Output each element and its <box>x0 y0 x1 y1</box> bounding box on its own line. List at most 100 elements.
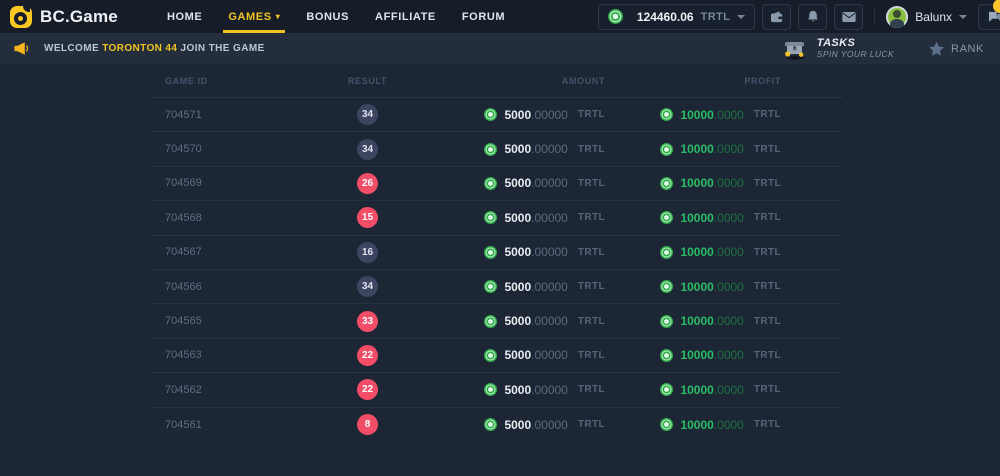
profit-decimals: .0000 <box>714 211 744 225</box>
currency-label: TRTL <box>754 350 781 361</box>
top-navbar: BC.Game HOME GAMES▾ BONUS AFFILIATE FORU… <box>0 0 1000 33</box>
profit-decimals: .0000 <box>714 383 744 397</box>
balance-selector[interactable]: 124460.06 TRTL <box>598 4 755 30</box>
result-badge: 15 <box>357 207 378 228</box>
chevron-down-icon <box>959 15 967 19</box>
trtl-coin-icon <box>484 246 497 259</box>
nav-item-home[interactable]: HOME <box>154 0 215 33</box>
game-id-cell[interactable]: 704569 <box>150 177 310 189</box>
user-menu[interactable]: Balunx <box>886 6 967 28</box>
nav-item-affiliate[interactable]: AFFILIATE <box>362 0 449 33</box>
tasks-subtitle: SPIN YOUR LUCK <box>817 50 894 60</box>
table-row: 704562225000.00000TRTL10000.0000TRTL <box>150 373 843 407</box>
rank-label: RANK <box>951 43 984 55</box>
game-id-cell[interactable]: 704571 <box>150 109 310 121</box>
trtl-coin-icon <box>484 315 497 328</box>
trtl-coin-icon <box>660 349 673 362</box>
nav-item-forum[interactable]: FORUM <box>449 0 518 33</box>
header-profit: PROFIT <box>610 76 843 86</box>
game-id-cell[interactable]: 704566 <box>150 281 310 293</box>
amount-value: 5000 <box>504 314 531 328</box>
profit-value: 10000 <box>680 211 713 225</box>
amount-value: 5000 <box>504 211 531 225</box>
amount-decimals: .00000 <box>531 211 568 225</box>
amount-decimals: .00000 <box>531 245 568 259</box>
currency-label: TRTL <box>578 144 605 155</box>
amount-decimals: .00000 <box>531 142 568 156</box>
amount-cell: 5000.00000TRTL <box>425 176 610 190</box>
currency-label: TRTL <box>754 281 781 292</box>
nav-item-bonus[interactable]: BONUS <box>293 0 362 33</box>
game-id-cell[interactable]: 704568 <box>150 212 310 224</box>
rank-widget[interactable]: RANK <box>928 41 984 57</box>
profit-decimals: .0000 <box>714 280 744 294</box>
profit-decimals: .0000 <box>714 176 744 190</box>
profit-cell: 10000.0000TRTL <box>610 245 843 259</box>
amount-decimals: .00000 <box>531 176 568 190</box>
profit-value: 10000 <box>680 348 713 362</box>
app-screen: BC.Game HOME GAMES▾ BONUS AFFILIATE FORU… <box>0 0 1000 476</box>
table-row: 704569265000.00000TRTL10000.0000TRTL <box>150 167 843 201</box>
game-id-cell[interactable]: 704563 <box>150 349 310 361</box>
table-row: 704567165000.00000TRTL10000.0000TRTL <box>150 236 843 270</box>
messages-button[interactable] <box>834 4 863 30</box>
trtl-coin-icon <box>484 383 497 396</box>
brand-logo[interactable]: BC.Game <box>10 6 118 28</box>
amount-cell: 5000.00000TRTL <box>425 245 610 259</box>
wallet-button[interactable] <box>762 4 791 30</box>
game-id-cell[interactable]: 704565 <box>150 315 310 327</box>
amount-value: 5000 <box>504 383 531 397</box>
profit-cell: 10000.0000TRTL <box>610 280 843 294</box>
result-badge: 34 <box>357 139 378 160</box>
amount-cell: 5000.00000TRTL <box>425 211 610 225</box>
result-badge: 34 <box>357 104 378 125</box>
table-row: 704571345000.00000TRTL10000.0000TRTL <box>150 98 843 132</box>
result-cell: 34 <box>310 276 425 297</box>
announcement-message[interactable]: WELCOME TORONTON 44 JOIN THE GAME <box>44 43 265 54</box>
amount-value: 5000 <box>504 280 531 294</box>
amount-cell: 5000.00000TRTL <box>425 280 610 294</box>
profit-value: 10000 <box>680 383 713 397</box>
result-badge: 8 <box>357 414 378 435</box>
nav-item-games[interactable]: GAMES▾ <box>215 0 293 33</box>
result-cell: 33 <box>310 311 425 332</box>
trtl-coin-icon <box>660 383 673 396</box>
currency-label: TRTL <box>578 247 605 258</box>
chat-button[interactable] <box>978 4 1000 30</box>
result-cell: 15 <box>310 207 425 228</box>
trtl-coin-icon <box>660 108 673 121</box>
profit-cell: 10000.0000TRTL <box>610 418 843 432</box>
notifications-button[interactable] <box>798 4 827 30</box>
table-row: 704565335000.00000TRTL10000.0000TRTL <box>150 304 843 338</box>
result-badge: 34 <box>357 276 378 297</box>
trtl-coin-icon <box>660 246 673 259</box>
table-header: GAME ID RESULT AMOUNT PROFIT <box>150 64 843 98</box>
game-id-cell[interactable]: 704567 <box>150 246 310 258</box>
game-id-cell[interactable]: 704561 <box>150 419 310 431</box>
tasks-widget[interactable]: TASKS SPIN YOUR LUCK <box>782 37 894 59</box>
amount-decimals: .00000 <box>531 418 568 432</box>
result-badge: 22 <box>357 379 378 400</box>
game-id-cell[interactable]: 704570 <box>150 143 310 155</box>
currency-label: TRTL <box>754 247 781 258</box>
chevron-down-icon <box>737 15 745 19</box>
amount-cell: 5000.00000TRTL <box>425 108 610 122</box>
announcement-bar: WELCOME TORONTON 44 JOIN THE GAME TASKS … <box>0 33 1000 64</box>
game-id-cell[interactable]: 704562 <box>150 384 310 396</box>
profit-decimals: .0000 <box>714 142 744 156</box>
header-amount: AMOUNT <box>425 76 610 86</box>
bell-icon <box>807 10 819 23</box>
currency-label: TRTL <box>754 419 781 430</box>
brand-name: BC.Game <box>40 7 118 27</box>
profit-value: 10000 <box>680 108 713 122</box>
profit-cell: 10000.0000TRTL <box>610 176 843 190</box>
table-row: 704566345000.00000TRTL10000.0000TRTL <box>150 270 843 304</box>
result-badge: 22 <box>357 345 378 366</box>
table-row: 704570345000.00000TRTL10000.0000TRTL <box>150 132 843 166</box>
megaphone-icon <box>14 41 32 56</box>
profit-decimals: .0000 <box>714 108 744 122</box>
navbar-right: 124460.06 TRTL Balunx <box>598 4 1000 30</box>
result-cell: 34 <box>310 139 425 160</box>
balance-currency: TRTL <box>701 11 731 23</box>
amount-value: 5000 <box>504 418 531 432</box>
